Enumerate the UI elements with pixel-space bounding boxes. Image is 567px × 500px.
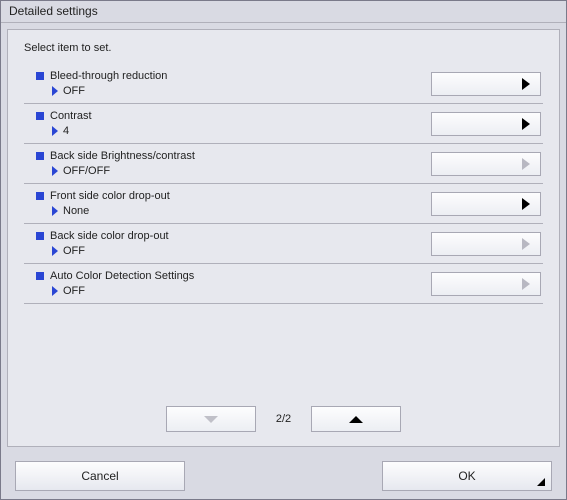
- square-bullet-icon: [36, 232, 44, 240]
- triangle-right-icon: [52, 206, 58, 216]
- setting-value-row: OFF/OFF: [52, 165, 431, 177]
- page-indicator: 2/2: [276, 413, 291, 425]
- setting-value: OFF: [63, 245, 85, 257]
- setting-row-left: Front side color drop-out None: [24, 190, 431, 217]
- pager: 2/2: [24, 406, 543, 432]
- setting-head: Bleed-through reduction: [36, 70, 431, 82]
- arrow-right-icon: [522, 278, 530, 290]
- title-bar: Detailed settings: [1, 1, 566, 23]
- arrow-right-icon: [522, 118, 530, 130]
- setting-value-row: OFF: [52, 285, 431, 297]
- arrow-up-icon: [349, 416, 363, 423]
- triangle-right-icon: [52, 286, 58, 296]
- cancel-label: Cancel: [81, 469, 118, 483]
- triangle-right-icon: [52, 166, 58, 176]
- square-bullet-icon: [36, 72, 44, 80]
- page-prev-button[interactable]: [311, 406, 401, 432]
- setting-label: Contrast: [50, 110, 92, 122]
- square-bullet-icon: [36, 272, 44, 280]
- arrow-right-icon: [522, 158, 530, 170]
- setting-open-button[interactable]: [431, 112, 541, 136]
- setting-row-left: Bleed-through reduction OFF: [24, 70, 431, 97]
- setting-open-button: [431, 152, 541, 176]
- setting-value: OFF/OFF: [63, 165, 110, 177]
- setting-value-row: OFF: [52, 85, 431, 97]
- page-next-button: [166, 406, 256, 432]
- setting-value: OFF: [63, 85, 85, 97]
- enter-key-icon: [535, 476, 545, 486]
- setting-value: None: [63, 205, 89, 217]
- footer-spacer: [185, 461, 382, 491]
- setting-row-left: Contrast 4: [24, 110, 431, 137]
- footer: Cancel OK: [1, 453, 566, 499]
- setting-label: Front side color drop-out: [50, 190, 170, 202]
- setting-row: Front side color drop-out None: [24, 184, 543, 224]
- setting-value-row: 4: [52, 125, 431, 137]
- square-bullet-icon: [36, 112, 44, 120]
- triangle-right-icon: [52, 126, 58, 136]
- setting-row-left: Back side color drop-out OFF: [24, 230, 431, 257]
- setting-row-left: Auto Color Detection Settings OFF: [24, 270, 431, 297]
- setting-open-button: [431, 272, 541, 296]
- arrow-down-icon: [204, 416, 218, 423]
- settings-list: Bleed-through reduction OFF Contrast 4 Back …: [24, 64, 543, 304]
- dialog-window: Detailed settings Select item to set. Bl…: [0, 0, 567, 500]
- setting-value: 4: [63, 125, 69, 137]
- arrow-right-icon: [522, 238, 530, 250]
- ok-label: OK: [458, 469, 475, 483]
- setting-head: Back side color drop-out: [36, 230, 431, 242]
- setting-head: Contrast: [36, 110, 431, 122]
- setting-open-button[interactable]: [431, 192, 541, 216]
- setting-label: Auto Color Detection Settings: [50, 270, 194, 282]
- setting-value-row: None: [52, 205, 431, 217]
- setting-label: Bleed-through reduction: [50, 70, 167, 82]
- setting-row: Bleed-through reduction OFF: [24, 64, 543, 104]
- setting-value-row: OFF: [52, 245, 431, 257]
- instruction-text: Select item to set.: [24, 42, 543, 54]
- square-bullet-icon: [36, 192, 44, 200]
- setting-head: Auto Color Detection Settings: [36, 270, 431, 282]
- window-title: Detailed settings: [9, 4, 98, 18]
- setting-head: Back side Brightness/contrast: [36, 150, 431, 162]
- content-panel: Select item to set. Bleed-through reduct…: [7, 29, 560, 447]
- cancel-button[interactable]: Cancel: [15, 461, 185, 491]
- setting-label: Back side color drop-out: [50, 230, 169, 242]
- setting-row-left: Back side Brightness/contrast OFF/OFF: [24, 150, 431, 177]
- setting-row: Back side Brightness/contrast OFF/OFF: [24, 144, 543, 184]
- setting-value: OFF: [63, 285, 85, 297]
- setting-row: Contrast 4: [24, 104, 543, 144]
- setting-row: Auto Color Detection Settings OFF: [24, 264, 543, 304]
- spacer: [24, 304, 543, 398]
- setting-open-button: [431, 232, 541, 256]
- ok-button[interactable]: OK: [382, 461, 552, 491]
- setting-open-button[interactable]: [431, 72, 541, 96]
- triangle-right-icon: [52, 86, 58, 96]
- setting-row: Back side color drop-out OFF: [24, 224, 543, 264]
- triangle-right-icon: [52, 246, 58, 256]
- setting-head: Front side color drop-out: [36, 190, 431, 202]
- arrow-right-icon: [522, 78, 530, 90]
- square-bullet-icon: [36, 152, 44, 160]
- setting-label: Back side Brightness/contrast: [50, 150, 195, 162]
- arrow-right-icon: [522, 198, 530, 210]
